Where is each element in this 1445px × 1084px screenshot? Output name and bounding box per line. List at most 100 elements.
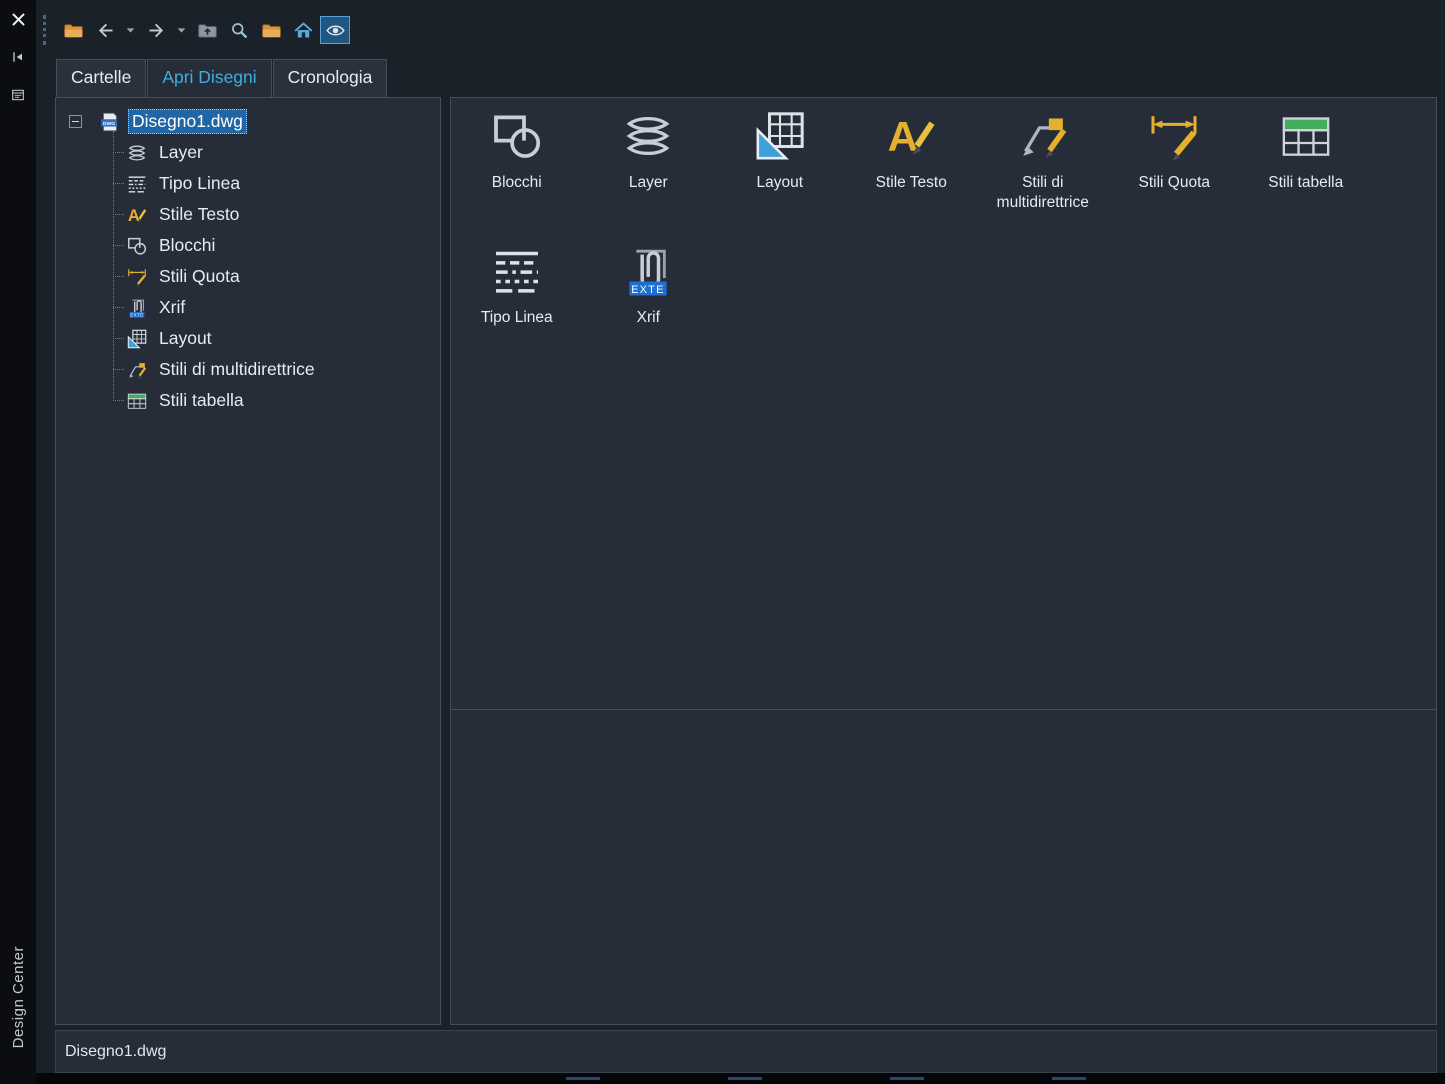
tree-item-stili-multidirettrice[interactable]: Stili di multidirettrice (56, 354, 440, 385)
tab-cronologia[interactable]: Cronologia (273, 59, 388, 97)
item-layer[interactable]: Layer (583, 108, 715, 213)
layout-icon (751, 108, 809, 164)
folder-favorites-icon (261, 20, 282, 41)
arrow-left-icon (95, 20, 116, 41)
tree-item-layout[interactable]: Layout (56, 323, 440, 354)
palette-body: Cartelle Apri Disegni Cronologia Disegno… (36, 0, 1445, 1084)
tree-item-stili-quota[interactable]: Stili Quota (56, 261, 440, 292)
item-stili-tabella[interactable]: Stili tabella (1240, 108, 1372, 213)
favorites-button[interactable] (256, 16, 286, 44)
layout-icon (126, 328, 148, 350)
tab-bar: Cartelle Apri Disegni Cronologia (55, 60, 1437, 97)
taskbar-dash (1052, 1077, 1086, 1080)
toolbar (43, 0, 1437, 60)
item-label: Layer (629, 173, 668, 193)
status-bar: Disegno1.dwg (55, 1030, 1437, 1073)
tab-cartelle[interactable]: Cartelle (56, 59, 146, 97)
up-button[interactable] (192, 16, 222, 44)
item-label: Stili Quota (1138, 173, 1210, 193)
taskbar-dash (890, 1077, 924, 1080)
linetype-icon (126, 173, 148, 195)
back-button[interactable] (90, 16, 120, 44)
status-filename: Disegno1.dwg (65, 1043, 166, 1061)
taskbar-dash (566, 1077, 600, 1080)
tree-item-label: Stili di multidirettrice (155, 357, 319, 382)
item-tipo-linea[interactable]: Tipo Linea (451, 243, 583, 328)
table-style-icon (126, 390, 148, 412)
layer-icon (126, 142, 148, 164)
tree-item-label: Blocchi (155, 233, 219, 258)
xref-icon (126, 297, 148, 319)
dim-style-icon (126, 266, 148, 288)
text-style-icon (126, 204, 148, 226)
layer-icon (619, 108, 677, 164)
dwg-file-icon (99, 111, 121, 133)
block-icon (488, 108, 546, 164)
auto-hide-icon (10, 49, 26, 65)
tree-item-label: Layer (155, 140, 207, 165)
collapse-toggle-icon[interactable] (69, 115, 82, 128)
multileader-style-icon (126, 359, 148, 381)
linetype-icon (488, 243, 546, 299)
autohide-button[interactable] (7, 46, 29, 68)
tree-item-stile-testo[interactable]: Stile Testo (56, 199, 440, 230)
forward-button[interactable] (141, 16, 171, 44)
tree-view: Disegno1.dwg Layer Tipo Linea (56, 106, 440, 416)
item-label: Blocchi (492, 173, 542, 193)
home-button[interactable] (288, 16, 318, 44)
item-label: Tipo Linea (481, 308, 553, 328)
tree-item-layer[interactable]: Layer (56, 137, 440, 168)
folder-open-icon (63, 20, 84, 41)
item-stili-multidirettrice[interactable]: Stili di multidirettrice (977, 108, 1109, 213)
home-icon (293, 20, 314, 41)
search-button[interactable] (224, 16, 254, 44)
palette-title: Design Center (10, 946, 27, 1048)
item-stile-testo[interactable]: Stile Testo (846, 108, 978, 213)
item-label: Stili di multidirettrice (987, 173, 1099, 213)
item-xrif[interactable]: Xrif (583, 243, 715, 328)
block-icon (126, 235, 148, 257)
panel-splitter[interactable] (441, 97, 450, 1025)
tree-item-label: Stile Testo (155, 202, 243, 227)
arrow-right-icon (146, 20, 167, 41)
properties-menu-icon (10, 87, 26, 103)
properties-button[interactable] (7, 84, 29, 106)
tree-item-label: Tipo Linea (155, 171, 244, 196)
tree-item-tipo-linea[interactable]: Tipo Linea (56, 168, 440, 199)
item-blocchi[interactable]: Blocchi (451, 108, 583, 213)
preview-toggle-button[interactable] (320, 16, 350, 44)
table-style-icon (1277, 108, 1335, 164)
text-style-icon (882, 108, 940, 164)
tree-item-label: Stili Quota (155, 264, 244, 289)
preview-pane[interactable] (451, 710, 1436, 1024)
multileader-style-icon (1014, 108, 1072, 164)
tree-item-blocchi[interactable]: Blocchi (56, 230, 440, 261)
item-stili-quota[interactable]: Stili Quota (1109, 108, 1241, 213)
tree-item-label: Xrif (155, 295, 189, 320)
tab-apri-disegni[interactable]: Apri Disegni (147, 59, 271, 97)
tree-children: Layer Tipo Linea Stile Testo Blocch (56, 137, 440, 416)
palette-title-bar: Design Center (0, 0, 36, 1084)
tree-item-disegno1[interactable]: Disegno1.dwg (128, 109, 247, 134)
folder-up-icon (197, 20, 218, 41)
drag-grip[interactable] (43, 15, 46, 45)
item-layout[interactable]: Layout (714, 108, 846, 213)
back-history-button[interactable] (122, 16, 139, 44)
tree-item-label: Layout (155, 326, 216, 351)
item-label: Stile Testo (876, 173, 947, 193)
tree-item-label: Stili tabella (155, 388, 248, 413)
tree-item-xrif[interactable]: Xrif (56, 292, 440, 323)
eye-icon (325, 20, 346, 41)
close-icon (9, 10, 28, 29)
dim-style-icon (1145, 108, 1203, 164)
caret-down-icon (175, 24, 188, 37)
close-button[interactable] (7, 8, 29, 30)
designcenter-palette: Design Center Cartelle Apri Disegni Cron… (0, 0, 1445, 1084)
items-view[interactable]: Blocchi Layer Layout Stile Testo (451, 98, 1436, 710)
caret-down-icon (124, 24, 137, 37)
taskbar-dash (728, 1077, 762, 1080)
tree-item-stili-tabella[interactable]: Stili tabella (56, 385, 440, 416)
load-button[interactable] (58, 16, 88, 44)
forward-history-button[interactable] (173, 16, 190, 44)
item-label: Layout (756, 173, 803, 193)
